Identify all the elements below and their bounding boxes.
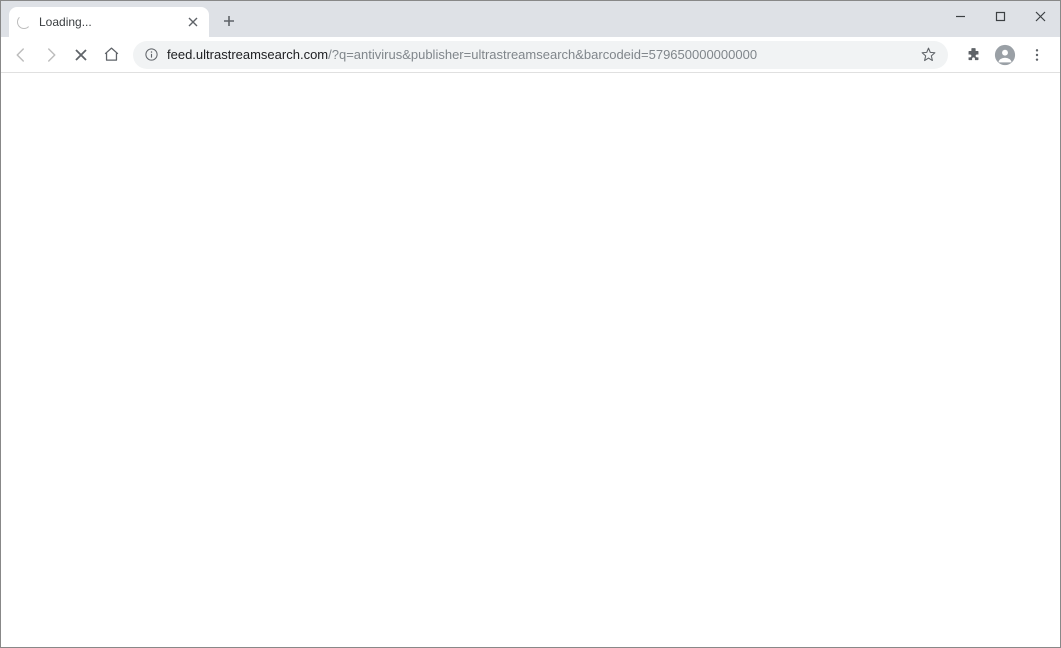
url-path: /?q=antivirus&publisher=ultrastreamsearc… [328, 47, 757, 62]
close-window-button[interactable] [1020, 1, 1060, 31]
forward-button[interactable] [37, 41, 65, 69]
address-bar[interactable]: feed.ultrastreamsearch.com/?q=antivirus&… [133, 41, 948, 69]
profile-avatar-icon[interactable] [992, 42, 1018, 68]
url-host: feed.ultrastreamsearch.com [167, 47, 328, 62]
page-content [1, 73, 1060, 647]
toolbar-right [956, 42, 1054, 68]
bookmark-star-icon[interactable] [920, 46, 938, 64]
site-info-icon[interactable] [143, 47, 159, 63]
browser-tab[interactable]: Loading... [9, 7, 209, 37]
new-tab-button[interactable] [215, 7, 243, 35]
toolbar: feed.ultrastreamsearch.com/?q=antivirus&… [1, 37, 1060, 73]
extensions-icon[interactable] [960, 42, 986, 68]
home-button[interactable] [97, 41, 125, 69]
tab-title: Loading... [39, 15, 185, 29]
minimize-button[interactable] [940, 1, 980, 31]
titlebar: Loading... [1, 1, 1060, 37]
window-controls [940, 1, 1060, 31]
url-text: feed.ultrastreamsearch.com/?q=antivirus&… [167, 47, 912, 62]
back-button[interactable] [7, 41, 35, 69]
stop-reload-button[interactable] [67, 41, 95, 69]
close-tab-button[interactable] [185, 14, 201, 30]
menu-button[interactable] [1024, 42, 1050, 68]
maximize-button[interactable] [980, 1, 1020, 31]
loading-spinner-icon [17, 15, 31, 29]
